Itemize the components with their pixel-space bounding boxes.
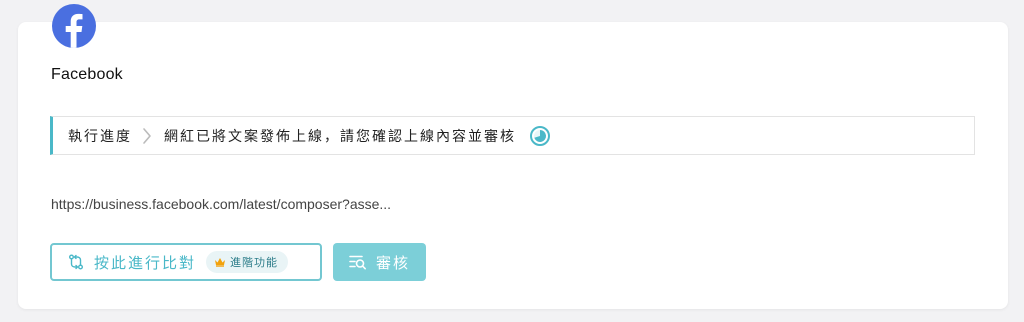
compare-arrows-icon xyxy=(68,254,84,270)
crown-icon xyxy=(214,257,226,267)
premium-badge: 進階功能 xyxy=(206,251,289,273)
progress-label: 執行進度 xyxy=(68,127,132,144)
premium-label: 進階功能 xyxy=(230,257,279,269)
facebook-icon xyxy=(52,4,96,48)
compare-button-label: 按此進行比對 xyxy=(94,254,197,272)
chevron-right-icon xyxy=(142,127,152,145)
platform-name: Facebook xyxy=(51,66,123,83)
post-url[interactable]: https://business.facebook.com/latest/com… xyxy=(51,196,391,212)
search-list-icon xyxy=(349,254,367,270)
progress-bar: 執行進度 網紅已將文案發佈上線，請您確認上線內容並審核 xyxy=(50,116,975,155)
compare-button[interactable]: 按此進行比對 進階功能 xyxy=(50,243,322,281)
clock-progress-icon xyxy=(530,125,550,146)
review-button[interactable]: 審核 xyxy=(333,243,426,281)
review-button-label: 審核 xyxy=(375,254,410,272)
progress-status: 網紅已將文案發佈上線，請您確認上線內容並審核 xyxy=(164,127,516,144)
